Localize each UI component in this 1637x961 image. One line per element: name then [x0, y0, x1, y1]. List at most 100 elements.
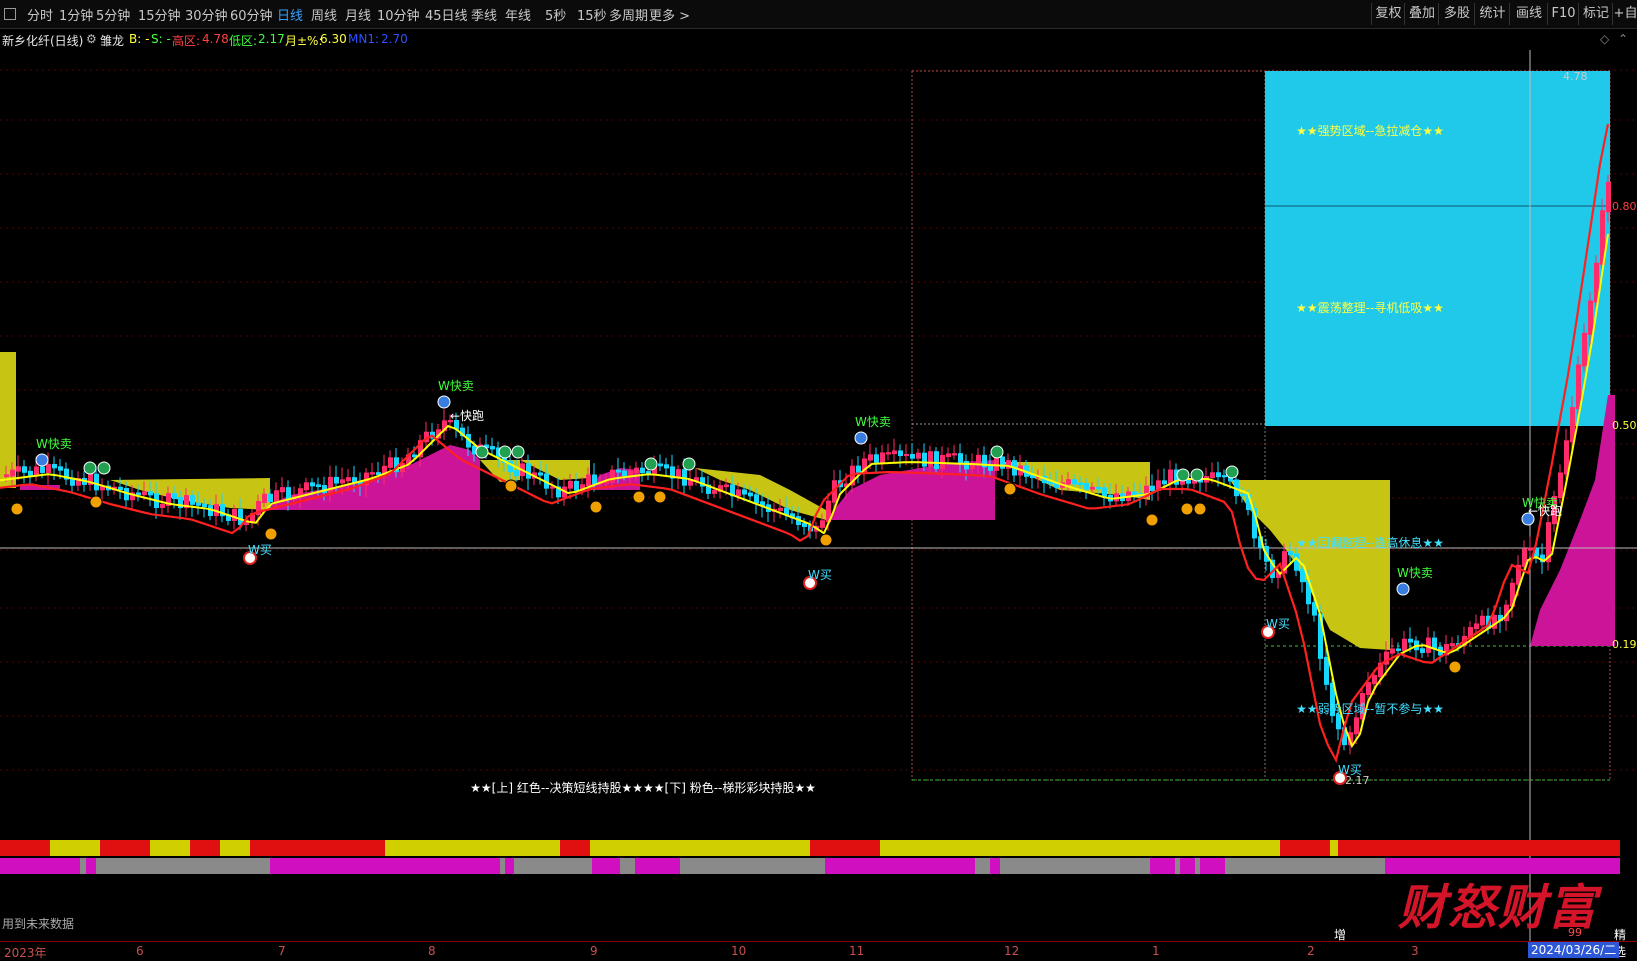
- candle-body: [610, 469, 615, 483]
- up-marker-icon: [1145, 513, 1159, 527]
- price-label: 0.19: [1612, 638, 1637, 651]
- period-tab[interactable]: 多周期: [609, 5, 648, 24]
- toolbar-button[interactable]: 统计: [1474, 3, 1510, 25]
- down-marker-icon: [990, 445, 1004, 459]
- kline-chart[interactable]: ★★强势区域--急拉减仓★★ ★★震荡整理--寻机低吸★★ ★★回调整理--逢高休息…: [0, 50, 1637, 941]
- toolbar-button[interactable]: 画线: [1509, 3, 1548, 25]
- period-tab[interactable]: 60分钟: [230, 5, 273, 24]
- date-axis: 2023年 6 7 8 9 10 11 12 1 2 3: [0, 941, 1637, 960]
- candle-body: [1300, 568, 1305, 583]
- candle-body: [22, 466, 27, 473]
- cursor-date-badge: 2024/03/26/二: [1528, 942, 1620, 958]
- candle-body: [916, 452, 921, 459]
- indicator-bar-magenta: [592, 858, 620, 874]
- candle-body: [1132, 491, 1137, 496]
- candle-body: [262, 493, 267, 504]
- indicator-bar-magenta: [1180, 858, 1195, 874]
- candle-body: [1240, 494, 1245, 497]
- signal-label: W快卖: [36, 437, 72, 451]
- candle-body: [1606, 181, 1611, 213]
- candle-body: [388, 457, 393, 468]
- signal-label: W买: [808, 568, 832, 582]
- up-marker-icon: [632, 490, 646, 504]
- period-tab[interactable]: 15秒: [577, 5, 607, 24]
- toolbar-button[interactable]: 标记: [1578, 3, 1613, 25]
- period-tab[interactable]: 日线: [277, 5, 303, 24]
- candle-body: [1528, 547, 1533, 551]
- settings-icon[interactable]: ⚙: [86, 32, 97, 46]
- candle-body: [946, 453, 951, 457]
- candle-body: [1210, 472, 1215, 479]
- date-axis-label: 2: [1307, 944, 1315, 958]
- candle-body: [574, 480, 579, 491]
- signal-label: W买: [1266, 617, 1290, 631]
- period-tab[interactable]: 更多 >: [649, 5, 690, 24]
- period-tab[interactable]: 分时: [27, 5, 53, 24]
- candle-body: [1288, 551, 1293, 556]
- candle-body: [4, 474, 9, 477]
- indicator-bar-magenta: [86, 858, 96, 874]
- candle-body: [40, 466, 45, 473]
- toolbar-button[interactable]: +自: [1612, 3, 1637, 25]
- candle-body: [286, 487, 291, 500]
- period-tab[interactable]: 10分钟: [377, 5, 420, 24]
- candle-body: [922, 452, 927, 467]
- up-marker-icon: [1193, 502, 1207, 516]
- sell-marker-icon: [35, 453, 49, 467]
- candle-body: [526, 463, 531, 479]
- period-tab[interactable]: 5秒: [545, 5, 566, 24]
- candle-body: [892, 450, 897, 455]
- period-tab[interactable]: 5分钟: [96, 5, 130, 24]
- candle-body: [754, 494, 759, 504]
- up-marker-icon: [589, 500, 603, 514]
- candle-body: [898, 450, 903, 457]
- candle-body: [592, 474, 597, 485]
- date-axis-label: 6: [136, 944, 144, 958]
- high-value: 4.78: [202, 32, 229, 46]
- collapse-icon[interactable]: ⌃: [1618, 32, 1628, 46]
- up-marker-icon: [653, 490, 667, 504]
- stock-title[interactable]: 新乡化纤(日线): [2, 32, 83, 49]
- period-tab[interactable]: 年线: [505, 5, 531, 24]
- candle-body: [94, 473, 99, 491]
- indicator-bar-magenta: [0, 858, 80, 874]
- candle-body: [232, 508, 237, 521]
- toolbar-button[interactable]: 复权: [1371, 3, 1405, 25]
- candle-body: [586, 474, 591, 487]
- zone-label: ★★弱势区域--暂不参与★★: [1296, 701, 1444, 716]
- period-tab[interactable]: 45日线: [425, 5, 468, 24]
- candle-body: [1078, 482, 1083, 486]
- candle-body: [1582, 332, 1587, 367]
- down-marker-icon: [1190, 468, 1204, 482]
- candle-body: [304, 482, 309, 491]
- signal-label: W快卖: [438, 379, 474, 393]
- toolbar-button[interactable]: 多股: [1438, 3, 1475, 25]
- date-axis-label: 12: [1004, 944, 1020, 958]
- candle-body: [1102, 487, 1107, 497]
- toolbar-button[interactable]: F10: [1547, 3, 1579, 25]
- period-tab[interactable]: 1分钟: [59, 5, 93, 24]
- candle-body: [910, 453, 915, 459]
- period-tab[interactable]: 15分钟: [138, 5, 181, 24]
- candle-body: [616, 469, 621, 473]
- diamond-icon[interactable]: ◇: [1600, 32, 1609, 46]
- period-tab[interactable]: 季线: [471, 5, 497, 24]
- up-marker-icon: [89, 495, 103, 509]
- candle-body: [928, 451, 933, 467]
- candle-body: [28, 470, 33, 477]
- candle-body: [268, 493, 273, 502]
- period-tab[interactable]: 月线: [345, 5, 371, 24]
- candle-body: [1432, 637, 1437, 649]
- candle-body: [1066, 479, 1071, 485]
- period-tab[interactable]: 30分钟: [185, 5, 228, 24]
- candle-body: [202, 503, 207, 508]
- toolbar-button[interactable]: 叠加: [1404, 3, 1439, 25]
- candle-body: [736, 489, 741, 497]
- period-tab[interactable]: 周线: [311, 5, 337, 24]
- menu-icon[interactable]: [4, 8, 16, 20]
- candle-body: [958, 453, 963, 463]
- indicator-name[interactable]: 雏龙: [100, 32, 124, 49]
- candle-body: [1090, 486, 1095, 490]
- date-axis-label: 8: [428, 944, 436, 958]
- date-axis-label: 1: [1152, 944, 1160, 958]
